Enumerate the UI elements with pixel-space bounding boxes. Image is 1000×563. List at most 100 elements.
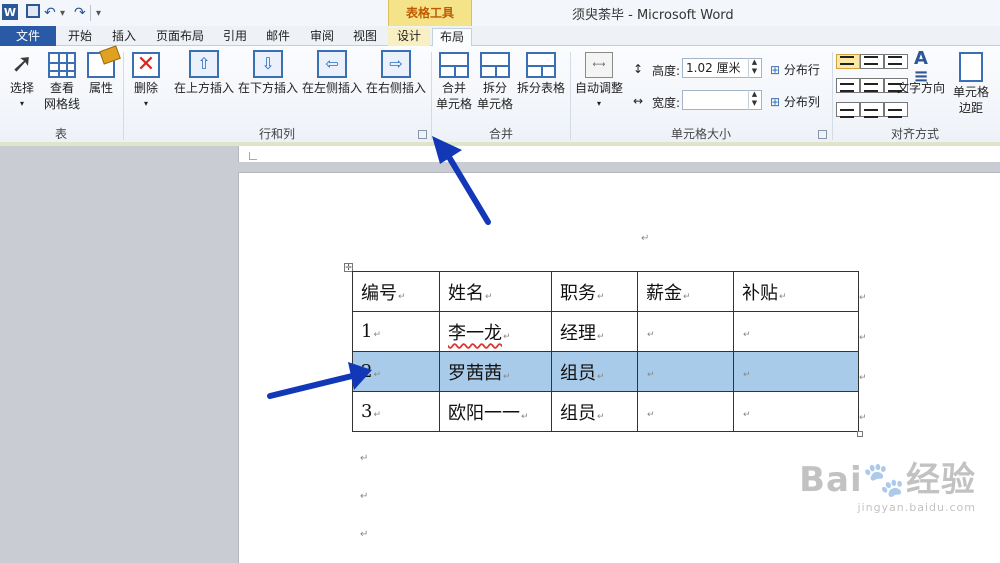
align-bottom-center-icon[interactable] [860, 102, 884, 118]
employee-table[interactable]: 编号↵ 姓名↵ 职务↵ 薪金↵ 补贴↵ 1↵ 李一龙↵ 经理↵ ↵ ↵ 2↵ 罗… [352, 271, 859, 432]
insert-row-below-icon: ⇩ [253, 50, 283, 78]
cell-mark: ↵ [597, 411, 605, 422]
height-spinner[interactable]: ▲ ▼ [748, 58, 760, 78]
table-cell[interactable]: ↵ [637, 351, 734, 392]
properties-button[interactable]: 属性 [84, 52, 118, 96]
align-bottom-left-icon[interactable] [836, 102, 860, 118]
tab-layout[interactable]: 布局 [432, 28, 472, 46]
table-cell[interactable]: 组员↵ [551, 391, 638, 432]
table-cell[interactable]: ↵ [733, 311, 859, 352]
cell-text: 李一龙 [448, 322, 502, 344]
cell-margins-button[interactable]: 单元格 边距 [948, 52, 994, 116]
table-cell[interactable]: 2↵ [352, 351, 440, 392]
table-cell[interactable]: 薪金↵ [637, 271, 734, 312]
cell-size-dialog-launcher-icon[interactable] [818, 130, 827, 139]
width-spinner[interactable]: ▲ ▼ [748, 90, 760, 110]
save-icon[interactable] [26, 4, 40, 18]
align-middle-left-icon[interactable] [836, 78, 860, 93]
table-resize-handle-icon[interactable] [857, 431, 863, 437]
text-direction-button[interactable]: A ≡ 文字方向 [896, 50, 946, 96]
table-tools-header: 表格工具 [388, 0, 472, 26]
split-label-line1: 拆分 [482, 81, 507, 95]
align-bottom-right-icon[interactable] [884, 102, 908, 118]
chevron-down-icon: ▾ [19, 99, 24, 108]
autofit-icon: ⟷ [585, 52, 613, 78]
height-label: 高度: [652, 64, 681, 78]
table-cell[interactable]: 欧阳一一↵ [439, 391, 552, 432]
table-cell[interactable]: 组员↵ [551, 351, 638, 392]
table-cell[interactable]: 补贴↵ [733, 271, 859, 312]
cell-mark: ↵ [597, 291, 605, 302]
gridlines-icon [48, 52, 76, 78]
title-bar: W ↶ ▾ ↷ ▾ 表格工具 须臾荼毕 - Microsoft Word [0, 0, 1000, 26]
insert-right-button[interactable]: ⇨ 在右侧插入 [364, 50, 428, 96]
table-cell[interactable]: 姓名↵ [439, 271, 552, 312]
delete-button[interactable]: ✕ 删除 ▾ [128, 52, 164, 112]
split-cells-button[interactable]: 拆分 单元格 [476, 52, 514, 112]
tab-review[interactable]: 审阅 [302, 28, 342, 46]
properties-label: 属性 [88, 81, 113, 95]
delete-label: 删除 [133, 81, 158, 95]
undo-dropdown-icon[interactable]: ▾ [60, 4, 65, 22]
table-cell[interactable]: 1↵ [352, 311, 440, 352]
align-top-left-icon[interactable] [836, 54, 860, 69]
redo-icon[interactable]: ↷ [74, 4, 86, 22]
select-label: 选择 [9, 81, 34, 95]
tab-mailings[interactable]: 邮件 [258, 28, 298, 46]
view-gridlines-button[interactable]: 查看 网格线 [42, 52, 82, 112]
insert-below-button[interactable]: ⇩ 在下方插入 [236, 50, 300, 96]
group-label-alignment: 对齐方式 [890, 127, 939, 141]
width-icon: ↔ [633, 94, 644, 108]
table-cell[interactable]: 职务↵ [551, 271, 638, 312]
group-label-rows-columns: 行和列 [258, 127, 295, 141]
table-cell[interactable]: ↵ [637, 311, 734, 352]
table-cell[interactable]: 罗茜茜↵ [439, 351, 552, 392]
gridlines-label-line1: 查看 [49, 81, 74, 95]
table-properties-icon [87, 52, 115, 78]
tab-home[interactable]: 开始 [60, 28, 100, 46]
tab-design[interactable]: 设计 [388, 28, 430, 46]
customize-icon[interactable]: ▾ [96, 4, 101, 22]
tab-insert[interactable]: 插入 [104, 28, 144, 46]
text-direction-label: 文字方向 [896, 81, 945, 95]
distribute-columns-button[interactable]: ⊞ 分布列 [770, 94, 830, 110]
table-cell[interactable]: 李一龙↵ [439, 311, 552, 352]
split-table-button[interactable]: 拆分表格 [514, 52, 568, 96]
tab-references[interactable]: 引用 [216, 28, 254, 46]
autofit-button[interactable]: ⟷ 自动调整 ▾ [573, 52, 625, 112]
cell-mark: ↵ [597, 371, 605, 382]
table-cell[interactable]: ↵ [637, 391, 734, 432]
header-cell-position: 职务 [560, 282, 596, 304]
align-middle-center-icon[interactable] [860, 78, 884, 93]
previous-page-bottom [238, 146, 1000, 162]
insert-left-button[interactable]: ⇦ 在左侧插入 [300, 50, 364, 96]
select-button[interactable]: ➚ 选择 ▾ [4, 50, 40, 112]
group-label-table: 表 [54, 127, 67, 141]
insert-above-button[interactable]: ⇧ 在上方插入 [172, 50, 236, 96]
cell-mark: ↵ [779, 291, 787, 302]
undo-icon[interactable]: ↶ [44, 4, 56, 22]
tab-file[interactable]: 文件 [0, 26, 56, 46]
cell-mark: ↵ [398, 291, 406, 302]
table-cell[interactable]: 3↵ [352, 391, 440, 432]
insert-above-label: 在上方插入 [173, 81, 234, 95]
rows-columns-dialog-launcher-icon[interactable] [418, 130, 427, 139]
header-cell-allowance: 补贴 [742, 282, 778, 304]
table-cell[interactable]: ↵ [733, 391, 859, 432]
distribute-columns-icon: ⊞ [770, 95, 781, 109]
cell-margins-icon [959, 52, 983, 82]
table-cell[interactable]: 经理↵ [551, 311, 638, 352]
cell-mark: ↵ [485, 291, 493, 302]
tab-page-layout[interactable]: 页面布局 [148, 28, 212, 46]
word-logo-icon[interactable]: W [2, 4, 18, 20]
merge-cells-button[interactable]: 合并 单元格 [434, 52, 474, 112]
document-area[interactable]: ↵ ✛ 编号↵ 姓名↵ 职务↵ 薪金↵ 补贴↵ 1↵ 李一龙↵ 经理↵ ↵ ↵ … [0, 146, 1000, 563]
table-cell[interactable]: 编号↵ [352, 271, 440, 312]
ribbon-tabs: 文件 开始 插入 页面布局 引用 邮件 审阅 视图 设计 布局 [0, 26, 1000, 46]
distribute-rows-button[interactable]: ⊞ 分布行 [770, 62, 830, 78]
align-top-center-icon[interactable] [860, 54, 884, 69]
table-cell[interactable]: ↵ [733, 351, 859, 392]
group-label-merge: 合并 [488, 127, 513, 141]
tab-view[interactable]: 视图 [346, 28, 384, 46]
merge-label-line1: 合并 [441, 81, 466, 95]
